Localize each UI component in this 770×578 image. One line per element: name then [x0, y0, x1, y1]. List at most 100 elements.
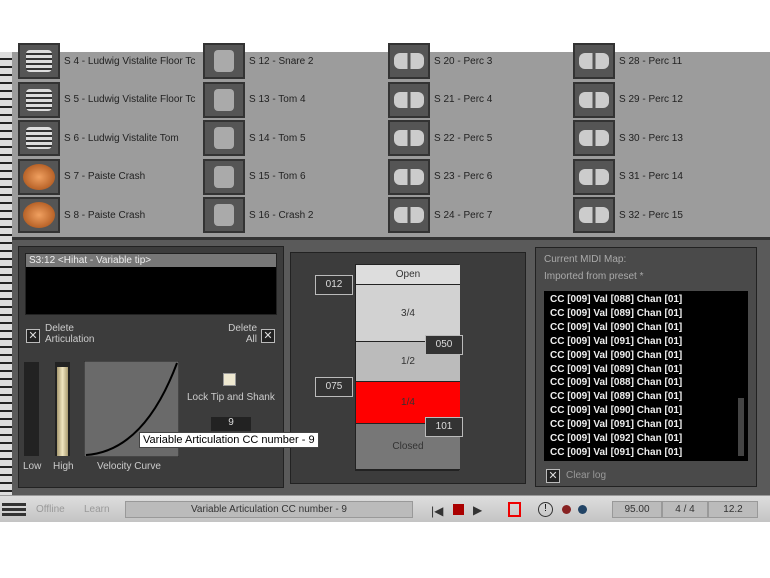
offline-button[interactable]: Offline [36, 504, 65, 515]
tempo-field[interactable]: 95.00 [612, 501, 662, 518]
kit-slot-label: S 22 - Perc 5 [434, 132, 493, 144]
kit-slot-grid: S 4 - Ludwig Vistalite Floor Tc S 12 - Sn… [12, 43, 770, 240]
play-icon[interactable]: ▶ [473, 503, 482, 517]
midi-log-entry: CC [009] Val [091] Chan [01] [550, 419, 683, 431]
drum-thumbnail-icon [203, 197, 245, 233]
delete-articulation-button[interactable]: ✕ [26, 329, 40, 343]
drum-thumbnail-icon [573, 120, 615, 156]
kit-slot[interactable]: S 16 - Crash 2 [203, 197, 313, 233]
position-field[interactable]: 12.2 [708, 501, 758, 518]
drum-thumbnail-icon [203, 120, 245, 156]
zone-0[interactable]: Open [356, 265, 460, 285]
kit-slot[interactable]: S 20 - Perc 3 [388, 43, 492, 79]
kit-slot[interactable]: S 15 - Tom 6 [203, 158, 306, 195]
kit-slot[interactable]: S 21 - Perc 4 [388, 81, 493, 118]
kit-slot-label: S 8 - Paiste Crash [64, 209, 146, 221]
drum-thumbnail-icon [388, 158, 430, 195]
kit-slot-label: S 5 - Ludwig Vistalite Floor Tc [64, 94, 196, 105]
delete-all-label: Delete All [228, 323, 257, 345]
learn-button[interactable]: Learn [84, 504, 110, 515]
kit-slot-label: S 29 - Perc 12 [619, 94, 683, 105]
midi-log-entry: CC [009] Val [089] Chan [01] [550, 307, 683, 319]
kit-slot[interactable]: S 14 - Tom 5 [203, 120, 306, 156]
drum-thumbnail-icon [573, 43, 615, 79]
midi-out-indicator-icon [578, 505, 587, 514]
drum-thumbnail-icon [18, 158, 60, 195]
kit-slot-label: S 21 - Perc 4 [434, 94, 493, 105]
midi-map-panel: Current MIDI Map: Imported from preset *… [535, 247, 757, 487]
kit-slot[interactable]: S 7 - Paiste Crash [18, 158, 145, 195]
midi-log-entry: CC [009] Val [088] Chan [01] [550, 294, 683, 305]
drum-thumbnail-icon [18, 43, 60, 79]
midi-map-title: Current MIDI Map: [544, 254, 627, 265]
drum-thumbnail-icon [573, 197, 615, 233]
kit-slot-label: S 31 - Perc 14 [619, 171, 683, 182]
kit-slot[interactable]: S 31 - Perc 14 [573, 158, 683, 195]
kit-slot-label: S 6 - Ludwig Vistalite Tom [64, 132, 179, 144]
time-signature-field[interactable]: 4 / 4 [662, 501, 708, 518]
cc-number-field[interactable]: 9 [211, 417, 251, 431]
clear-log-label: Clear log [566, 470, 607, 481]
drum-thumbnail-icon [573, 81, 615, 118]
articulation-panel: S3:12 <Hihat - Variable tip> ✕ Delete Ar… [18, 246, 284, 488]
low-label: Low [23, 461, 42, 472]
midi-log-entry: CC [009] Val [091] Chan [01] [550, 335, 683, 347]
kit-slot[interactable]: S 32 - Perc 15 [573, 197, 683, 233]
kit-slot[interactable]: S 22 - Perc 5 [388, 120, 492, 156]
high-slider[interactable] [55, 362, 70, 456]
threshold-handle[interactable]: 075 [315, 377, 353, 397]
kit-slot[interactable]: S 6 - Ludwig Vistalite Tom [18, 120, 179, 156]
app-window: S 4 - Ludwig Vistalite Floor Tc S 12 - Sn… [0, 43, 770, 495]
stop-icon[interactable] [453, 504, 464, 515]
kit-slot-label: S 4 - Ludwig Vistalite Floor Tc [64, 55, 196, 67]
kit-slot[interactable]: S 13 - Tom 4 [203, 81, 306, 118]
kit-slot-label: S 14 - Tom 5 [249, 132, 306, 144]
panic-icon[interactable]: ! [538, 502, 553, 517]
threshold-handle[interactable]: 012 [315, 275, 353, 295]
threshold-handle[interactable]: 050 [425, 335, 463, 355]
midi-in-indicator-icon [562, 505, 571, 514]
delete-all-button[interactable]: ✕ [261, 329, 275, 343]
kit-slot[interactable]: S 4 - Ludwig Vistalite Floor Tc [18, 43, 195, 79]
kit-slot[interactable]: S 23 - Perc 6 [388, 158, 493, 195]
kit-slot[interactable]: S 29 - Perc 12 [573, 81, 683, 118]
drum-thumbnail-icon [573, 158, 615, 195]
rewind-icon[interactable]: |◀ [431, 504, 443, 518]
kit-slot[interactable]: S 24 - Perc 7 [388, 197, 492, 233]
midi-log-entry: CC [009] Val [090] Chan [01] [550, 349, 683, 361]
kit-slot-label: S 32 - Perc 15 [619, 209, 683, 221]
midi-log-entry: CC [009] Val [090] Chan [01] [550, 321, 683, 333]
drum-thumbnail-icon [203, 158, 245, 195]
menu-icon[interactable] [2, 503, 26, 516]
zone-1[interactable]: 3/4 [356, 285, 460, 342]
articulation-list[interactable]: S3:12 <Hihat - Variable tip> [25, 253, 277, 315]
piano-keys-strip[interactable] [0, 52, 12, 495]
midi-log-entry: CC [009] Val [092] Chan [01] [550, 433, 683, 445]
log-scrollbar[interactable] [738, 398, 744, 456]
midi-log-entry: CC [009] Val [089] Chan [01] [550, 391, 683, 403]
midi-log[interactable]: CC [009] Val [088] Chan [01] CC [009] Val… [544, 291, 748, 461]
kit-slot-label: S 28 - Perc 11 [619, 55, 683, 67]
lock-tip-checkbox[interactable] [223, 373, 236, 386]
tooltip: Variable Articulation CC number - 9 [139, 432, 319, 448]
midi-log-entry: CC [009] Val [090] Chan [01] [550, 405, 683, 417]
kit-slot-label: S 23 - Perc 6 [434, 171, 493, 182]
kit-slot[interactable]: S 5 - Ludwig Vistalite Floor Tc [18, 81, 196, 118]
clear-log-button[interactable]: ✕ [546, 469, 560, 483]
high-label: High [53, 461, 74, 472]
status-message: Variable Articulation CC number - 9 [125, 501, 413, 518]
articulation-item-selected[interactable]: S3:12 <Hihat - Variable tip> [26, 254, 276, 267]
drum-thumbnail-icon [388, 120, 430, 156]
kit-slot[interactable]: S 8 - Paiste Crash [18, 197, 145, 233]
drum-thumbnail-icon [388, 197, 430, 233]
delete-articulation-label: Delete Articulation [45, 323, 95, 345]
kit-slot[interactable]: S 28 - Perc 11 [573, 43, 682, 79]
record-icon[interactable] [508, 502, 521, 517]
kit-slot[interactable]: S 12 - Snare 2 [203, 43, 313, 79]
kit-slot-label: S 15 - Tom 6 [249, 171, 306, 182]
threshold-handle[interactable]: 101 [425, 417, 463, 437]
low-slider[interactable] [24, 362, 39, 456]
velocity-curve-label: Velocity Curve [97, 461, 161, 472]
kit-slot[interactable]: S 30 - Perc 13 [573, 120, 683, 156]
kit-slot-label: S 20 - Perc 3 [434, 55, 493, 67]
